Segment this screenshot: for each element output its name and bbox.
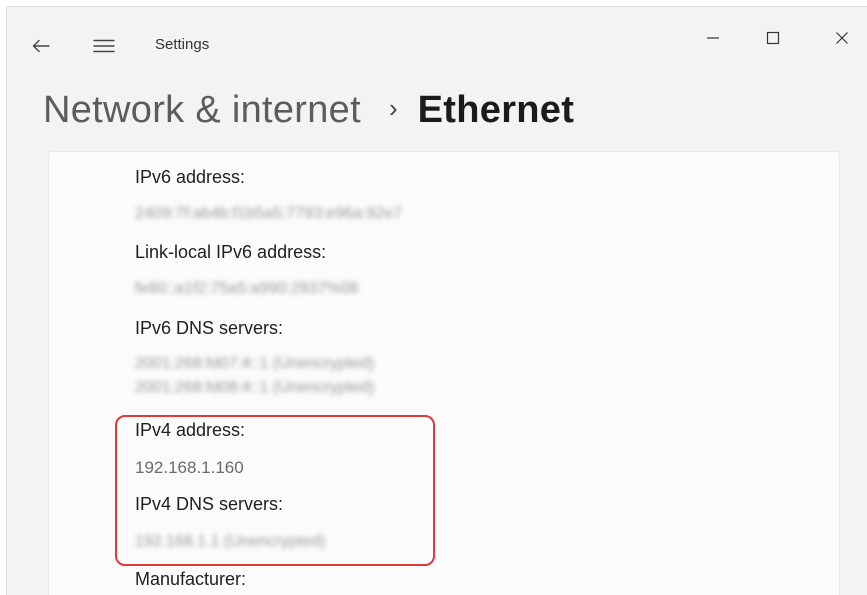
minimize-button[interactable] [693, 23, 733, 53]
navigation-menu-button[interactable] [89, 33, 119, 59]
link-local-ipv6-label: Link-local IPv6 address: [135, 242, 327, 262]
ipv6-dns-label: IPv6 DNS servers: [135, 318, 284, 338]
link-local-ipv6-value: fe80::a1f2:75a5:a990:2937%08 [135, 280, 359, 297]
ipv6-address-label: IPv6 address: [135, 167, 246, 187]
maximize-button[interactable] [753, 23, 793, 53]
breadcrumb-separator: › [388, 92, 398, 123]
manufacturer-label: Manufacturer: [135, 569, 247, 589]
ipv4-highlight-box [115, 415, 435, 566]
maximize-icon [766, 31, 780, 45]
arrow-left-icon [32, 39, 50, 53]
breadcrumb: Network & internet › Ethernet [43, 85, 574, 135]
ipv6-dns-value-1: 2001:268:fd07:4::1 (Unencrypted) [135, 355, 375, 372]
close-icon [836, 32, 848, 44]
settings-window: Settings Network & internet › Ethernet I… [6, 6, 867, 595]
window-title: Settings [155, 36, 210, 53]
minimize-icon [707, 37, 719, 39]
ipv6-dns-value-2: 2001:268:fd08:4::1 (Unencrypted) [135, 379, 375, 396]
close-button[interactable] [822, 23, 862, 53]
ipv6-address-value: 2409:7f:ab4b:f1b5a5:7793:e96a:92e7 [135, 205, 402, 222]
hamburger-menu-icon [93, 39, 115, 53]
title-bar: Settings [7, 7, 867, 77]
page-title: Ethernet [417, 88, 575, 131]
back-button[interactable] [27, 33, 55, 59]
breadcrumb-network-internet[interactable]: Network & internet [43, 89, 361, 132]
